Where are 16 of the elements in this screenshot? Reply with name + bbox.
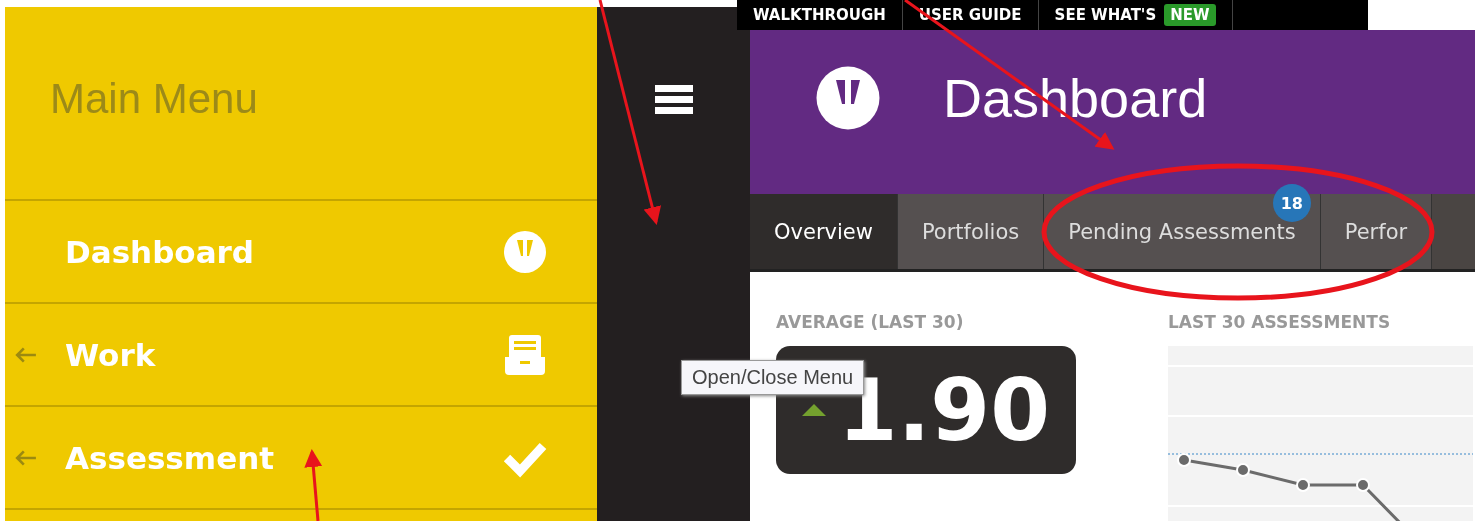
data-point — [1177, 453, 1191, 467]
tab[interactable]: Portfolios — [897, 194, 1045, 269]
section-title: AVERAGE (LAST 30) — [776, 312, 965, 332]
tab[interactable]: Perfor — [1320, 194, 1433, 269]
section-title: LAST 30 ASSESSMENTS — [1168, 312, 1392, 332]
bulb-icon — [815, 65, 881, 132]
tray-icon — [503, 332, 547, 377]
new-badge: NEW — [1164, 4, 1216, 26]
trend-up-icon — [802, 404, 826, 416]
annotation-arrow — [304, 449, 323, 521]
data-point — [1356, 478, 1370, 492]
data-point — [1236, 463, 1250, 477]
data-point — [1296, 478, 1310, 492]
bulb-icon — [503, 229, 547, 274]
menu-icon[interactable] — [654, 85, 693, 115]
tab[interactable]: Overview — [750, 194, 898, 269]
